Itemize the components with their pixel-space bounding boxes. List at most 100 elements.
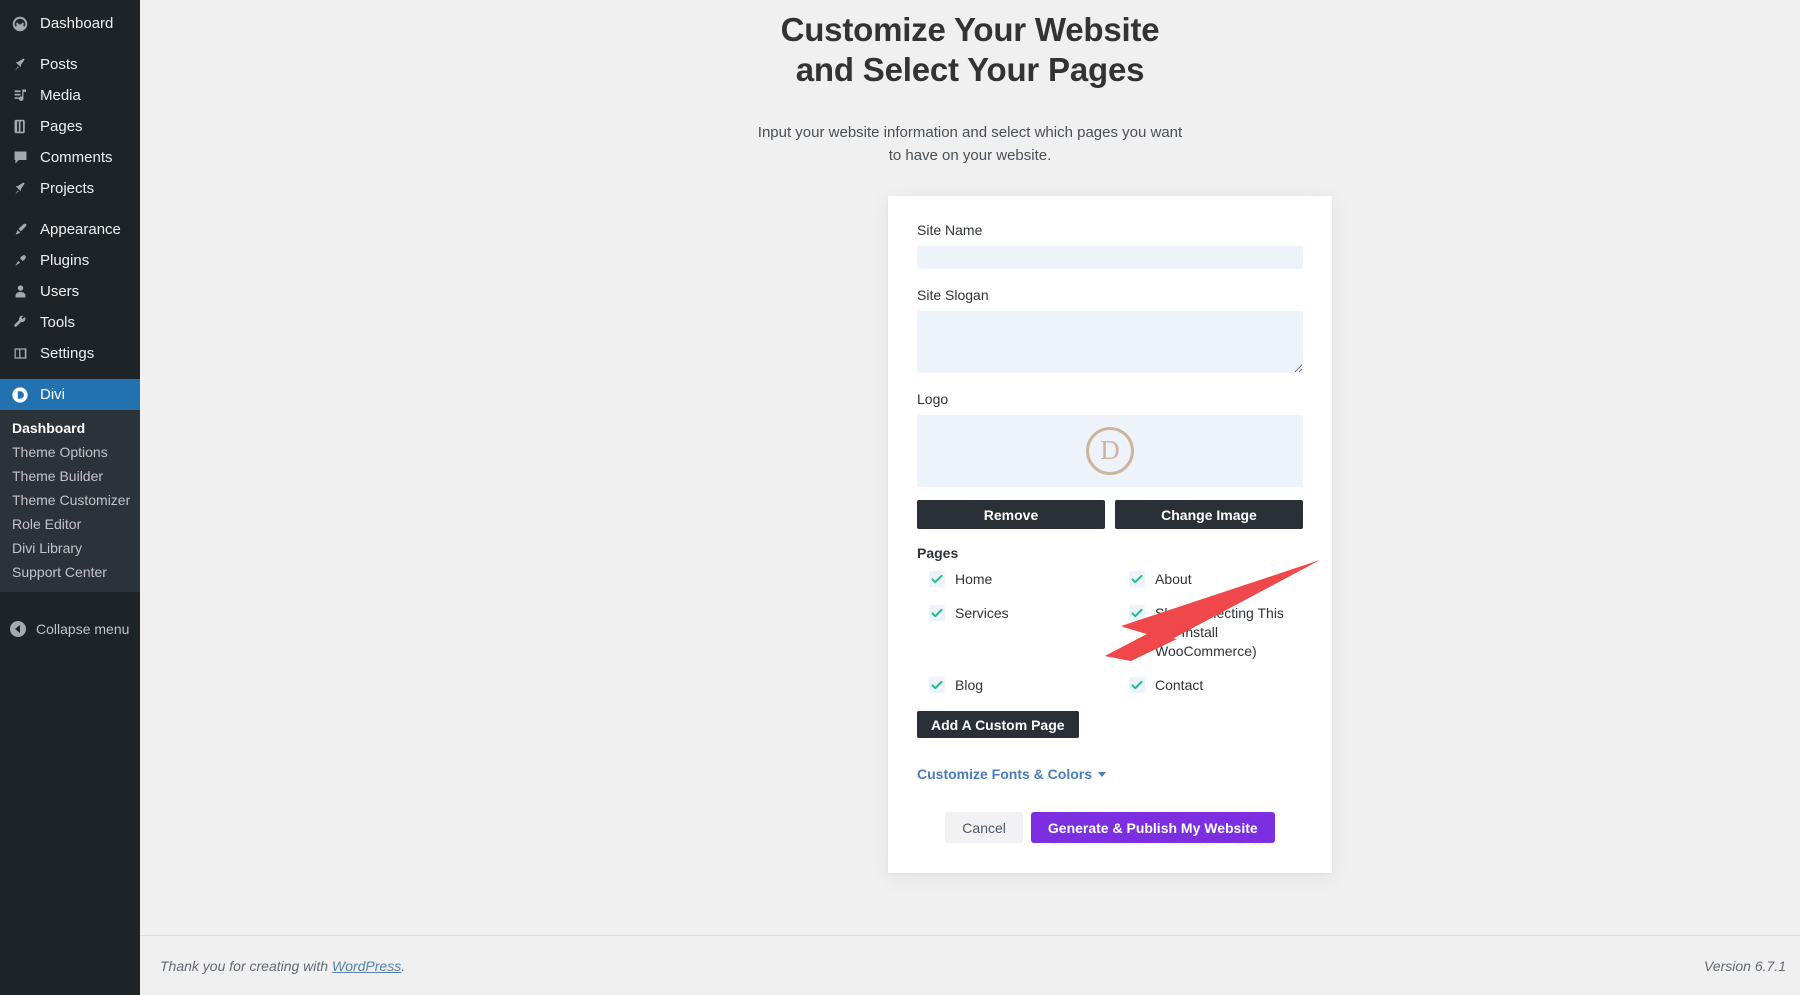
page-checkbox-label: About xyxy=(1155,571,1192,587)
sidebar-item-label: Plugins xyxy=(40,252,90,269)
site-slogan-label: Site Slogan xyxy=(917,287,989,303)
footer-credit: Thank you for creating with WordPress. xyxy=(160,958,405,974)
change-image-button[interactable]: Change Image xyxy=(1115,500,1303,529)
dashboard-icon xyxy=(10,14,30,34)
wordpress-admin-screen: Dashboard Posts Media Pages Comments Pro… xyxy=(0,0,1800,995)
sidebar-item-label: Tools xyxy=(40,314,76,331)
page-checkbox-label: Blog xyxy=(955,677,984,693)
collapse-menu-button[interactable]: Collapse menu xyxy=(0,614,140,644)
sidebar-item-label: Divi xyxy=(40,386,65,403)
customize-fonts-colors-toggle[interactable]: Customize Fonts & Colors xyxy=(917,766,1107,782)
divi-icon xyxy=(10,385,30,405)
sidebar-item-label: Projects xyxy=(40,180,95,197)
cancel-button[interactable]: Cancel xyxy=(945,812,1023,843)
admin-footer: Thank you for creating with WordPress. V… xyxy=(140,935,1800,995)
plug-icon xyxy=(10,251,30,271)
remove-logo-button[interactable]: Remove xyxy=(917,500,1105,529)
submenu-item-theme-customizer[interactable]: Theme Customizer xyxy=(0,488,140,512)
sidebar-item-dashboard[interactable]: Dashboard xyxy=(0,8,140,39)
collapse-menu-label: Collapse menu xyxy=(36,621,130,637)
page-title: Customize Your Website and Select Your P… xyxy=(780,11,1160,89)
checkbox-icon[interactable] xyxy=(1129,677,1145,693)
sidebar-item-label: Media xyxy=(40,87,81,104)
page-checkbox-label: Contact xyxy=(1155,677,1204,693)
site-name-input[interactable] xyxy=(917,246,1303,269)
logo-label: Logo xyxy=(917,391,949,407)
sidebar-divider xyxy=(0,39,140,49)
page-subtitle: Input your website information and selec… xyxy=(757,123,1183,164)
page-checkbox-shop[interactable]: Shop (Selecting This Will Install WooCom… xyxy=(1117,604,1303,661)
page-checkbox-label: Shop (Selecting This Will Install WooCom… xyxy=(1155,605,1284,659)
site-name-label: Site Name xyxy=(917,222,983,238)
page-checkbox-contact[interactable]: Contact xyxy=(1117,676,1303,695)
media-icon xyxy=(10,86,30,106)
pages-icon xyxy=(10,117,30,137)
main-content: Customize Your Website and Select Your P… xyxy=(140,0,1800,995)
sidebar-item-label: Pages xyxy=(40,118,83,135)
submenu-item-dashboard[interactable]: Dashboard xyxy=(0,416,140,440)
add-custom-page-button[interactable]: Add A Custom Page xyxy=(917,711,1079,738)
wordpress-link[interactable]: WordPress xyxy=(332,958,401,974)
checkbox-icon[interactable] xyxy=(929,677,945,693)
submenu-item-support-center[interactable]: Support Center xyxy=(0,560,140,584)
admin-sidebar: Dashboard Posts Media Pages Comments Pro… xyxy=(0,0,148,995)
pages-section-label: Pages xyxy=(917,545,959,561)
submenu-item-divi-library[interactable]: Divi Library xyxy=(0,536,140,560)
page-checkbox-home[interactable]: Home xyxy=(917,570,1117,589)
checkbox-icon[interactable] xyxy=(929,571,945,587)
comments-icon xyxy=(10,148,30,168)
sidebar-item-users[interactable]: Users xyxy=(0,276,140,307)
divi-logo-icon: D xyxy=(1086,427,1134,475)
generate-publish-button[interactable]: Generate & Publish My Website xyxy=(1030,812,1275,843)
sidebar-item-divi[interactable]: Divi xyxy=(0,379,148,410)
page-checkbox-label: Home xyxy=(955,571,993,587)
page-checkbox-services[interactable]: Services xyxy=(917,604,1117,661)
site-name-field-group: Site Name xyxy=(917,222,1303,269)
site-slogan-input[interactable] xyxy=(917,311,1303,373)
website-setup-card: Site Name Site Slogan Logo D Remove Chan… xyxy=(888,196,1332,873)
site-slogan-field-group: Site Slogan xyxy=(917,287,1303,373)
settings-icon xyxy=(10,344,30,364)
sidebar-item-projects[interactable]: Projects xyxy=(0,173,140,204)
collapse-arrow-icon xyxy=(10,621,26,637)
sidebar-item-label: Users xyxy=(40,283,80,300)
logo-field-group: Logo D Remove Change Image xyxy=(917,391,1303,529)
submenu-item-theme-options[interactable]: Theme Options xyxy=(0,440,140,464)
sidebar-item-tools[interactable]: Tools xyxy=(0,307,140,338)
page-checkbox-blog[interactable]: Blog xyxy=(917,676,1117,695)
logo-preview: D xyxy=(917,415,1303,487)
sidebar-divider xyxy=(0,204,140,214)
chevron-down-icon xyxy=(1098,771,1107,777)
page-checkbox-label: Services xyxy=(955,605,1009,621)
page-header: Customize Your Website and Select Your P… xyxy=(140,0,1800,167)
sidebar-item-media[interactable]: Media xyxy=(0,80,140,111)
brush-icon xyxy=(10,220,30,240)
sidebar-item-label: Appearance xyxy=(40,221,121,238)
submenu-item-theme-builder[interactable]: Theme Builder xyxy=(0,464,140,488)
sidebar-item-appearance[interactable]: Appearance xyxy=(0,214,140,245)
sidebar-item-label: Comments xyxy=(40,149,113,166)
submenu-item-role-editor[interactable]: Role Editor xyxy=(0,512,140,536)
page-checkbox-about[interactable]: About xyxy=(1117,570,1303,589)
footer-credit-prefix: Thank you for creating with xyxy=(160,957,332,974)
customize-fonts-colors-label: Customize Fonts & Colors xyxy=(917,766,1093,782)
footer-credit-suffix: . xyxy=(401,957,406,974)
logo-button-row: Remove Change Image xyxy=(917,500,1303,529)
sidebar-item-posts[interactable]: Posts xyxy=(0,49,140,80)
pages-checkbox-grid: Home About Services Shop (Selecting This… xyxy=(917,570,1303,695)
sidebar-item-comments[interactable]: Comments xyxy=(0,142,140,173)
sidebar-item-settings[interactable]: Settings xyxy=(0,338,140,369)
sidebar-item-pages[interactable]: Pages xyxy=(0,111,140,142)
sidebar-item-plugins[interactable]: Plugins xyxy=(0,245,140,276)
footer-version: Version 6.7.1 xyxy=(1704,957,1786,974)
wrench-icon xyxy=(10,313,30,333)
add-custom-page-row: Add A Custom Page xyxy=(917,695,1303,738)
sidebar-item-label: Posts xyxy=(40,56,78,73)
pin-icon xyxy=(10,179,30,199)
pin-icon xyxy=(10,55,30,75)
checkbox-icon[interactable] xyxy=(1129,605,1145,621)
checkbox-icon[interactable] xyxy=(1129,571,1145,587)
divi-submenu: Dashboard Theme Options Theme Builder Th… xyxy=(0,410,140,592)
checkbox-icon[interactable] xyxy=(929,605,945,621)
sidebar-divider xyxy=(0,369,140,379)
